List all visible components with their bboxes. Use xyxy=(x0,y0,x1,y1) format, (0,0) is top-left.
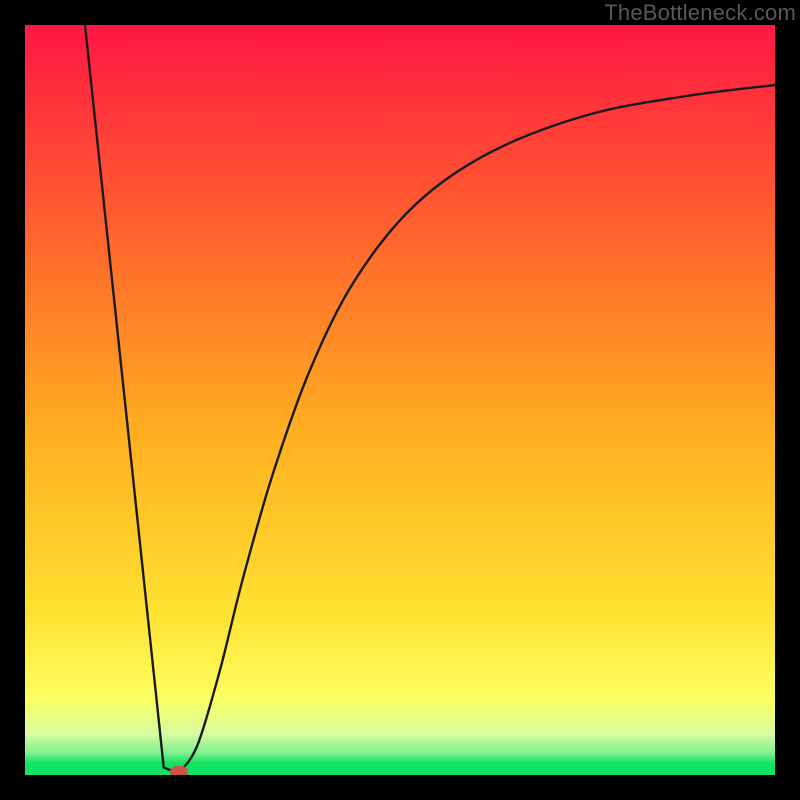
chart-frame: TheBottleneck.com xyxy=(0,0,800,800)
curve-layer xyxy=(25,25,775,775)
plot-area xyxy=(25,25,775,775)
attribution-text: TheBottleneck.com xyxy=(604,0,796,26)
bottleneck-curve xyxy=(85,25,775,774)
optimal-point-marker xyxy=(170,766,188,775)
